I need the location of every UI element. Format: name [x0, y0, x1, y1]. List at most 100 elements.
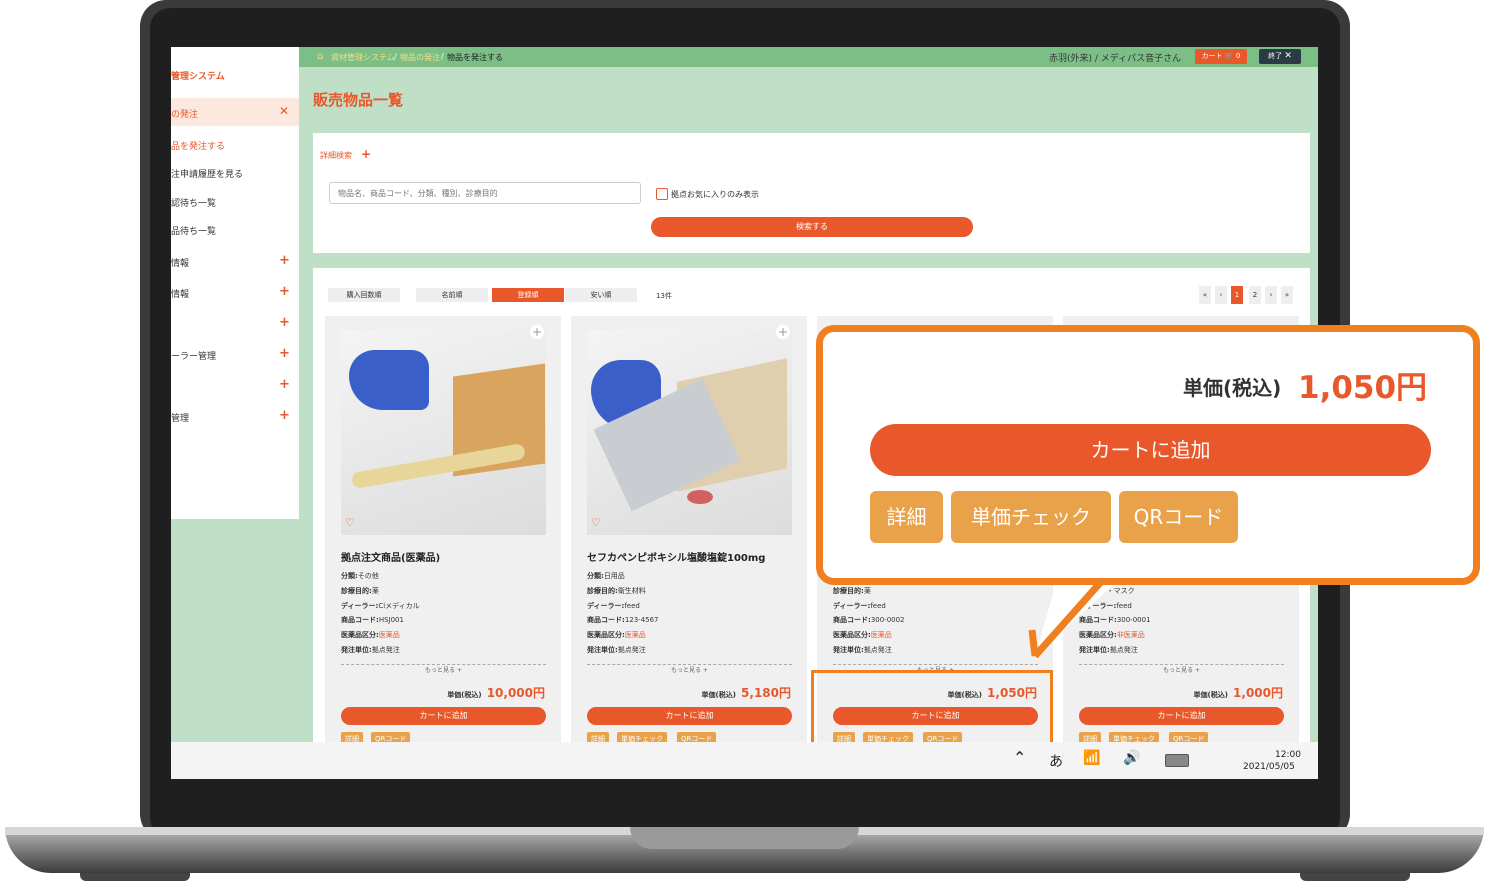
- plus-icon[interactable]: +: [361, 147, 371, 161]
- sidebar-item-waiting[interactable]: 品待ち一覧: [171, 224, 216, 237]
- product-name[interactable]: セフカペンピボキシル塩酸塩錠100mg: [587, 549, 765, 564]
- product-card[interactable]: + ♡ セフカペンピボキシル塩酸塩錠100mg 分類:日用品 診療目的:衛生材料…: [571, 316, 807, 756]
- breadcrumb-order[interactable]: 物品の発注: [400, 52, 440, 63]
- page-1[interactable]: 1: [1231, 286, 1243, 304]
- price-value: 1,000円: [1233, 686, 1283, 700]
- plus-icon[interactable]: +: [279, 315, 290, 330]
- sort-tab-name[interactable]: 名前順: [416, 288, 488, 302]
- breadcrumb-current: 物品を発注する: [447, 53, 503, 62]
- sidebar-group[interactable]: 情報: [171, 287, 189, 300]
- unit-label: 発注単位:: [341, 646, 372, 654]
- page-2[interactable]: 2: [1249, 286, 1261, 304]
- cart-button[interactable]: カート 🛒 0: [1195, 49, 1247, 64]
- speaker-icon[interactable]: 🔊: [1123, 750, 1140, 766]
- code-label: 商品コード:: [833, 616, 871, 624]
- unit-label: 発注単位:: [833, 646, 864, 654]
- close-icon[interactable]: ✕: [279, 104, 289, 118]
- category-value: その他: [357, 572, 379, 580]
- search-button[interactable]: 検索する: [651, 217, 973, 237]
- sort-tab-cheapest[interactable]: 安い順: [565, 288, 637, 302]
- plus-icon[interactable]: +: [776, 325, 790, 339]
- price-row: 単価(税込) 1,000円: [1194, 682, 1283, 701]
- sort-tab-registered[interactable]: 登録順: [492, 288, 564, 302]
- callout-price: 1,050円: [1298, 370, 1428, 406]
- drug-class-value: 医薬品: [378, 631, 400, 639]
- cart-label: カート: [1201, 52, 1223, 60]
- plus-icon[interactable]: +: [279, 253, 290, 268]
- detail-search-toggle[interactable]: 詳細検索: [320, 150, 352, 161]
- tablet-graphic: [687, 490, 713, 504]
- product-image[interactable]: [587, 330, 792, 535]
- callout-detail-button[interactable]: 詳細: [870, 491, 943, 543]
- sidebar-section-order[interactable]: の発注 ✕: [171, 98, 299, 126]
- ime-indicator[interactable]: あ: [1049, 751, 1063, 771]
- purpose-label: 診療目的:: [587, 587, 618, 595]
- add-to-cart-button[interactable]: カートに追加: [341, 707, 546, 725]
- product-name[interactable]: 拠点注文商品(医薬品): [341, 549, 440, 564]
- price-value: 10,000円: [486, 686, 545, 700]
- purpose-label: 診療目的:: [341, 587, 372, 595]
- product-card[interactable]: + ♡ 拠点注文商品(医薬品) 分類:その他 診療目的:薬 ディーラー:Ciメデ…: [325, 316, 561, 756]
- highlight-frame: [811, 670, 1053, 748]
- plus-icon[interactable]: +: [279, 408, 290, 423]
- user-name: 赤羽(外来) / メディパス音子さん: [1049, 54, 1182, 64]
- unit-value: 拠点発注: [617, 646, 646, 654]
- breadcrumb-separator: /: [394, 52, 397, 61]
- end-button[interactable]: 終了 ✕: [1259, 49, 1301, 64]
- favorite-checkbox-label: 拠点お気に入りのみ表示: [671, 190, 759, 199]
- sidebar-item-order-goods[interactable]: 品を発注する: [171, 139, 225, 152]
- category-label: 分類:: [587, 572, 604, 580]
- clock-time[interactable]: 12:00: [1275, 750, 1301, 760]
- page-first[interactable]: «: [1199, 286, 1211, 304]
- code-value: HSJ001: [378, 616, 404, 624]
- dealer-value: feed: [870, 602, 886, 610]
- breadcrumb-separator: /: [441, 52, 444, 61]
- price-row: 単価(税込) 10,000円: [447, 682, 545, 701]
- breadcrumb-system[interactable]: 資材管理システム: [331, 52, 395, 63]
- search-input[interactable]: [329, 182, 641, 204]
- glove-graphic: [349, 350, 429, 410]
- drug-class-value: 医薬品: [870, 631, 892, 639]
- product-image[interactable]: [341, 330, 546, 535]
- add-to-cart-button[interactable]: カートに追加: [587, 707, 792, 725]
- dealer-label: ディーラー:: [833, 602, 871, 610]
- plus-icon[interactable]: +: [279, 377, 290, 392]
- wifi-icon[interactable]: 📶: [1083, 750, 1100, 766]
- favorite-checkbox[interactable]: [656, 188, 668, 200]
- chevron-up-icon[interactable]: ⌃: [1013, 748, 1026, 767]
- sort-tab-purchases[interactable]: 購入回数順: [328, 288, 400, 302]
- battery-icon[interactable]: [1165, 754, 1189, 767]
- clock-date[interactable]: 202‌1/05/05: [1243, 762, 1295, 772]
- sidebar-group[interactable]: 情報: [171, 256, 189, 269]
- home-icon[interactable]: ⌂: [317, 51, 323, 62]
- plus-icon[interactable]: +: [279, 346, 290, 361]
- more-toggle[interactable]: もっと見る +: [587, 664, 792, 674]
- price-value: 5,180円: [741, 686, 791, 700]
- sidebar-group-dealer[interactable]: ーラー管理: [171, 349, 216, 362]
- plus-icon[interactable]: +: [530, 325, 544, 339]
- price-label: 単価(税込): [447, 691, 482, 699]
- page-last[interactable]: »: [1281, 286, 1293, 304]
- laptop-foot-left: [80, 873, 190, 881]
- dealer-value: feed: [624, 602, 640, 610]
- plus-icon[interactable]: +: [279, 284, 290, 299]
- callout-price-check-button[interactable]: 単価チェック: [951, 491, 1111, 543]
- purpose-label: 診療目的:: [833, 587, 864, 595]
- page-prev[interactable]: ‹: [1215, 286, 1227, 304]
- more-toggle[interactable]: もっと見る +: [1079, 664, 1284, 674]
- more-toggle[interactable]: もっと見る +: [341, 664, 546, 674]
- callout-qr-button[interactable]: QRコード: [1119, 491, 1238, 543]
- heart-icon[interactable]: ♡: [345, 516, 355, 529]
- unit-label: 発注単位:: [587, 646, 618, 654]
- page-next[interactable]: ›: [1265, 286, 1277, 304]
- callout-add-to-cart-button[interactable]: カートに追加: [870, 424, 1431, 476]
- page-title: 販売物品一覧: [313, 91, 404, 109]
- drug-class-label: 医薬品区分:: [833, 631, 871, 639]
- sidebar-item-history[interactable]: 注申請履歴を見る: [171, 167, 243, 180]
- sidebar-section-label: の発注: [171, 110, 199, 120]
- add-to-cart-button[interactable]: カートに追加: [1079, 707, 1284, 725]
- sidebar-group-manage[interactable]: 管理: [171, 411, 189, 424]
- heart-icon[interactable]: ♡: [591, 516, 601, 529]
- sidebar-item-approval[interactable]: 認待ち一覧: [171, 196, 216, 209]
- code-label: 商品コード:: [587, 616, 625, 624]
